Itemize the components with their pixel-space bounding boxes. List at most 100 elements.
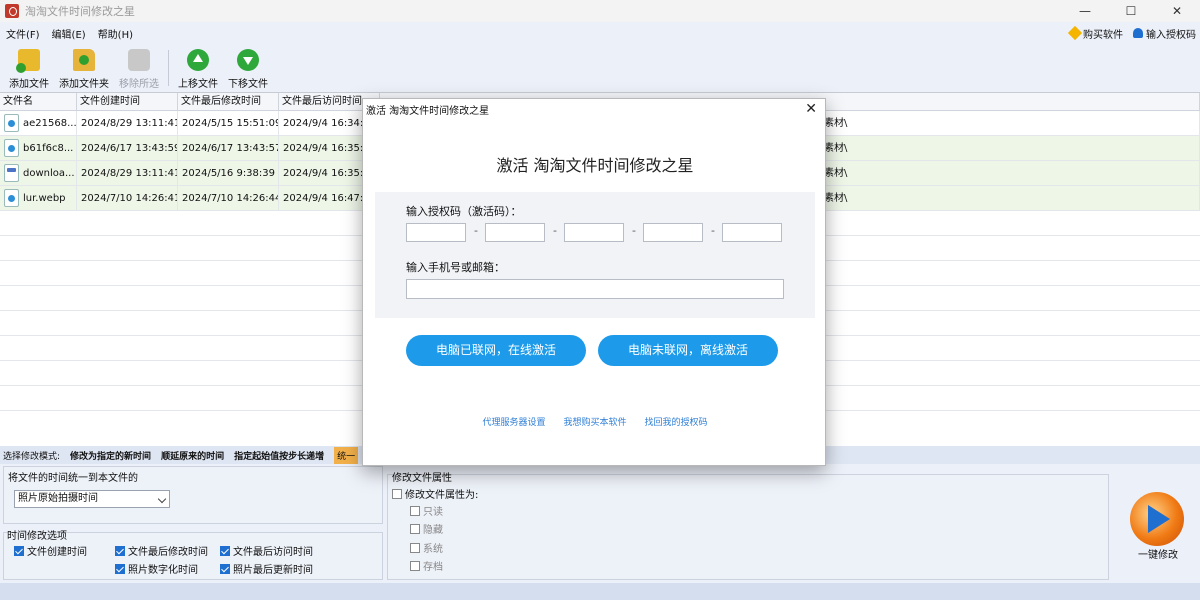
- offline-activate-button[interactable]: 电脑未联网，离线激活: [598, 335, 778, 366]
- file-name-cell: b61f6c8...: [0, 135, 77, 161]
- activation-dialog: 激活 淘淘文件时间修改之星 ✕ 激活 淘淘文件时间修改之星 输入授权码（激活码）…: [362, 98, 826, 466]
- title-bar: 淘淘文件时间修改之星 — ☐ ✕: [0, 0, 1200, 22]
- checkbox-icon: [410, 542, 420, 553]
- dialog-links: 代理服务器设置 我想购买本软件 找回我的授权码: [363, 415, 827, 428]
- attr-toggle-checkbox[interactable]: 修改文件属性为:: [392, 486, 478, 501]
- dialog-heading: 激活 淘淘文件时间修改之星: [496, 156, 694, 175]
- add-file-icon: [16, 49, 40, 73]
- modified-cell: 2024/5/15 15:51:09: [178, 110, 279, 136]
- remove-icon: [128, 49, 150, 71]
- online-activate-button[interactable]: 电脑已联网，在线激活: [406, 335, 586, 366]
- remove-selected-button[interactable]: 移除所选: [114, 44, 164, 90]
- app-icon: [5, 4, 19, 18]
- time-source-select[interactable]: 照片原始拍摄时间: [14, 490, 170, 508]
- system-label: 系统: [423, 544, 443, 555]
- add-folder-button[interactable]: 添加文件夹: [54, 44, 114, 90]
- enter-code-link[interactable]: 输入授权码: [1133, 26, 1196, 41]
- window-controls: — ☐ ✕: [1062, 0, 1200, 22]
- created-checkbox[interactable]: 文件创建时间: [14, 543, 87, 558]
- minimize-icon[interactable]: —: [1062, 0, 1108, 22]
- unify-label: 将文件的时间统一到本文件的: [8, 473, 138, 484]
- proxy-settings-link[interactable]: 代理服务器设置: [482, 415, 545, 428]
- created-checkbox-label: 文件创建时间: [27, 547, 87, 558]
- buy-software-link[interactable]: 购买软件: [1067, 25, 1123, 41]
- buy-software-dialog-link[interactable]: 我想购买本软件: [563, 415, 626, 428]
- col-modified[interactable]: 文件最后修改时间: [178, 93, 279, 111]
- code-field-1[interactable]: [406, 223, 466, 242]
- contact-label: 输入手机号或邮箱：: [406, 261, 505, 274]
- checkbox-checked-icon: [115, 545, 125, 556]
- attr-toggle-label: 修改文件属性为:: [405, 490, 479, 501]
- modified-checkbox[interactable]: 文件最后修改时间: [115, 543, 208, 558]
- checkbox-icon: [410, 505, 420, 516]
- hidden-label: 隐藏: [423, 525, 443, 536]
- checkbox-checked-icon: [220, 563, 230, 574]
- contact-input[interactable]: [406, 279, 784, 299]
- add-file-label: 添加文件: [9, 79, 49, 90]
- file-icon: [4, 189, 19, 207]
- code-field-3[interactable]: [564, 223, 624, 242]
- buy-software-label: 购买软件: [1083, 29, 1123, 41]
- mode-new-time[interactable]: 修改为指定的新时间: [70, 449, 151, 462]
- maximize-icon[interactable]: ☐: [1108, 0, 1154, 22]
- mode-step[interactable]: 指定起始值按步长递增: [234, 449, 324, 462]
- menu-help[interactable]: 帮助(H): [92, 26, 139, 41]
- mode-label: 选择修改模式:: [3, 451, 61, 462]
- close-icon[interactable]: ✕: [1154, 0, 1200, 22]
- recover-code-link[interactable]: 找回我的授权码: [645, 415, 708, 428]
- mode-unify[interactable]: 统一: [334, 446, 359, 464]
- move-down-button[interactable]: 下移文件: [223, 44, 273, 90]
- col-created[interactable]: 文件创建时间: [77, 93, 178, 111]
- arrow-down-icon: [237, 49, 259, 71]
- file-name: b61f6c8...: [23, 142, 74, 154]
- apply-button[interactable]: [1130, 492, 1184, 546]
- code-field-5[interactable]: [722, 223, 782, 242]
- col-filename[interactable]: 文件名: [0, 93, 77, 111]
- system-checkbox[interactable]: 系统: [410, 540, 443, 555]
- code-label: 输入授权码（激活码）：: [406, 205, 522, 218]
- move-up-label: 上移文件: [178, 79, 218, 90]
- toolbar-divider: [168, 50, 169, 86]
- hidden-checkbox[interactable]: 隐藏: [410, 521, 443, 536]
- menu-file[interactable]: 文件(F): [0, 26, 46, 41]
- checkbox-checked-icon: [115, 563, 125, 574]
- menu-edit[interactable]: 编辑(E): [46, 26, 92, 41]
- file-name-cell: ae21568...: [0, 110, 77, 136]
- file-icon: [4, 139, 19, 157]
- archive-label: 存档: [423, 562, 443, 573]
- menu-bar: 文件(F) 编辑(E) 帮助(H) 购买软件 输入授权码: [0, 22, 1200, 44]
- checkbox-icon: [392, 488, 402, 499]
- enter-code-label: 输入授权码: [1146, 29, 1196, 41]
- digitized-checkbox-label: 照片数字化时间: [128, 565, 198, 576]
- photo-update-checkbox-label: 照片最后更新时间: [233, 565, 313, 576]
- apply-label: 一键修改: [1138, 550, 1178, 561]
- time-options-label: 时间修改选项: [7, 531, 67, 542]
- status-strip: [0, 583, 1200, 600]
- created-cell: 2024/8/29 13:11:41: [77, 160, 178, 186]
- code-dash: -: [553, 224, 557, 237]
- created-cell: 2024/8/29 13:11:41: [77, 110, 178, 136]
- modified-cell: 2024/5/16 9:38:39: [178, 160, 279, 186]
- code-field-4[interactable]: [643, 223, 703, 242]
- mode-postpone[interactable]: 顺延原来的时间: [161, 449, 224, 462]
- toolbar: 添加文件 添加文件夹 移除所选 上移文件 下移文件: [0, 44, 1200, 92]
- photo-update-checkbox[interactable]: 照片最后更新时间: [220, 561, 313, 576]
- add-folder-label: 添加文件夹: [59, 79, 109, 90]
- add-file-button[interactable]: 添加文件: [4, 44, 54, 90]
- attributes-label: 修改文件属性: [392, 473, 452, 484]
- code-field-2[interactable]: [485, 223, 545, 242]
- modified-cell: 2024/6/17 13:43:57: [178, 135, 279, 161]
- dialog-close-icon[interactable]: ✕: [805, 101, 817, 117]
- file-name: downloa...: [23, 167, 75, 179]
- file-icon: [4, 114, 19, 132]
- digitized-checkbox[interactable]: 照片数字化时间: [115, 561, 198, 576]
- accessed-checkbox-label: 文件最后访问时间: [233, 547, 313, 558]
- readonly-checkbox[interactable]: 只读: [410, 503, 443, 518]
- checkbox-icon: [410, 523, 420, 534]
- accessed-checkbox[interactable]: 文件最后访问时间: [220, 543, 313, 558]
- options-panel: 将文件的时间统一到本文件的 照片原始拍摄时间 时间修改选项 文件创建时间 文件最…: [0, 464, 1200, 600]
- move-up-button[interactable]: 上移文件: [173, 44, 223, 90]
- window-title: 淘淘文件时间修改之星: [25, 5, 135, 18]
- archive-checkbox[interactable]: 存档: [410, 558, 443, 573]
- created-cell: 2024/6/17 13:43:59: [77, 135, 178, 161]
